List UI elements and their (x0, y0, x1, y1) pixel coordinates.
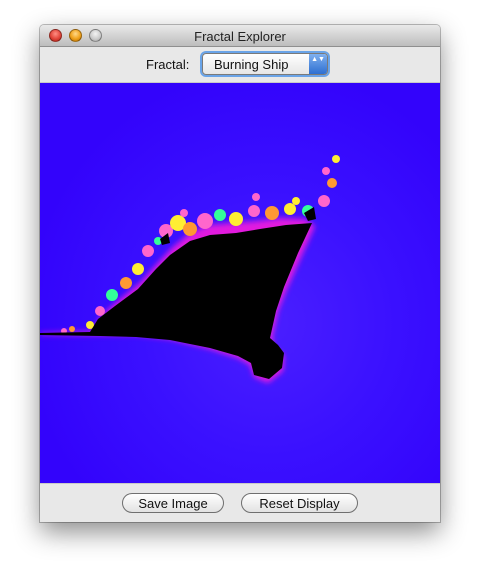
fractal-explorer-window: Fractal Explorer Fractal: Burning Ship ▲… (40, 25, 440, 522)
reset-display-button[interactable]: Reset Display (241, 493, 358, 513)
action-bar: Save Image Reset Display (40, 483, 440, 522)
select-arrows-icon: ▲▼ (309, 54, 327, 74)
window-title: Fractal Explorer (194, 29, 286, 44)
title-bar[interactable]: Fractal Explorer (40, 25, 440, 47)
save-image-button[interactable]: Save Image (122, 493, 224, 513)
fractal-toolbar: Fractal: Burning Ship ▲▼ (40, 47, 440, 83)
fractal-label: Fractal: (146, 57, 190, 72)
fractal-select[interactable]: Burning Ship ▲▼ (202, 53, 328, 75)
fractal-canvas[interactable] (40, 83, 440, 483)
fractal-select-value: Burning Ship (214, 57, 289, 72)
fractal-image (40, 155, 340, 383)
